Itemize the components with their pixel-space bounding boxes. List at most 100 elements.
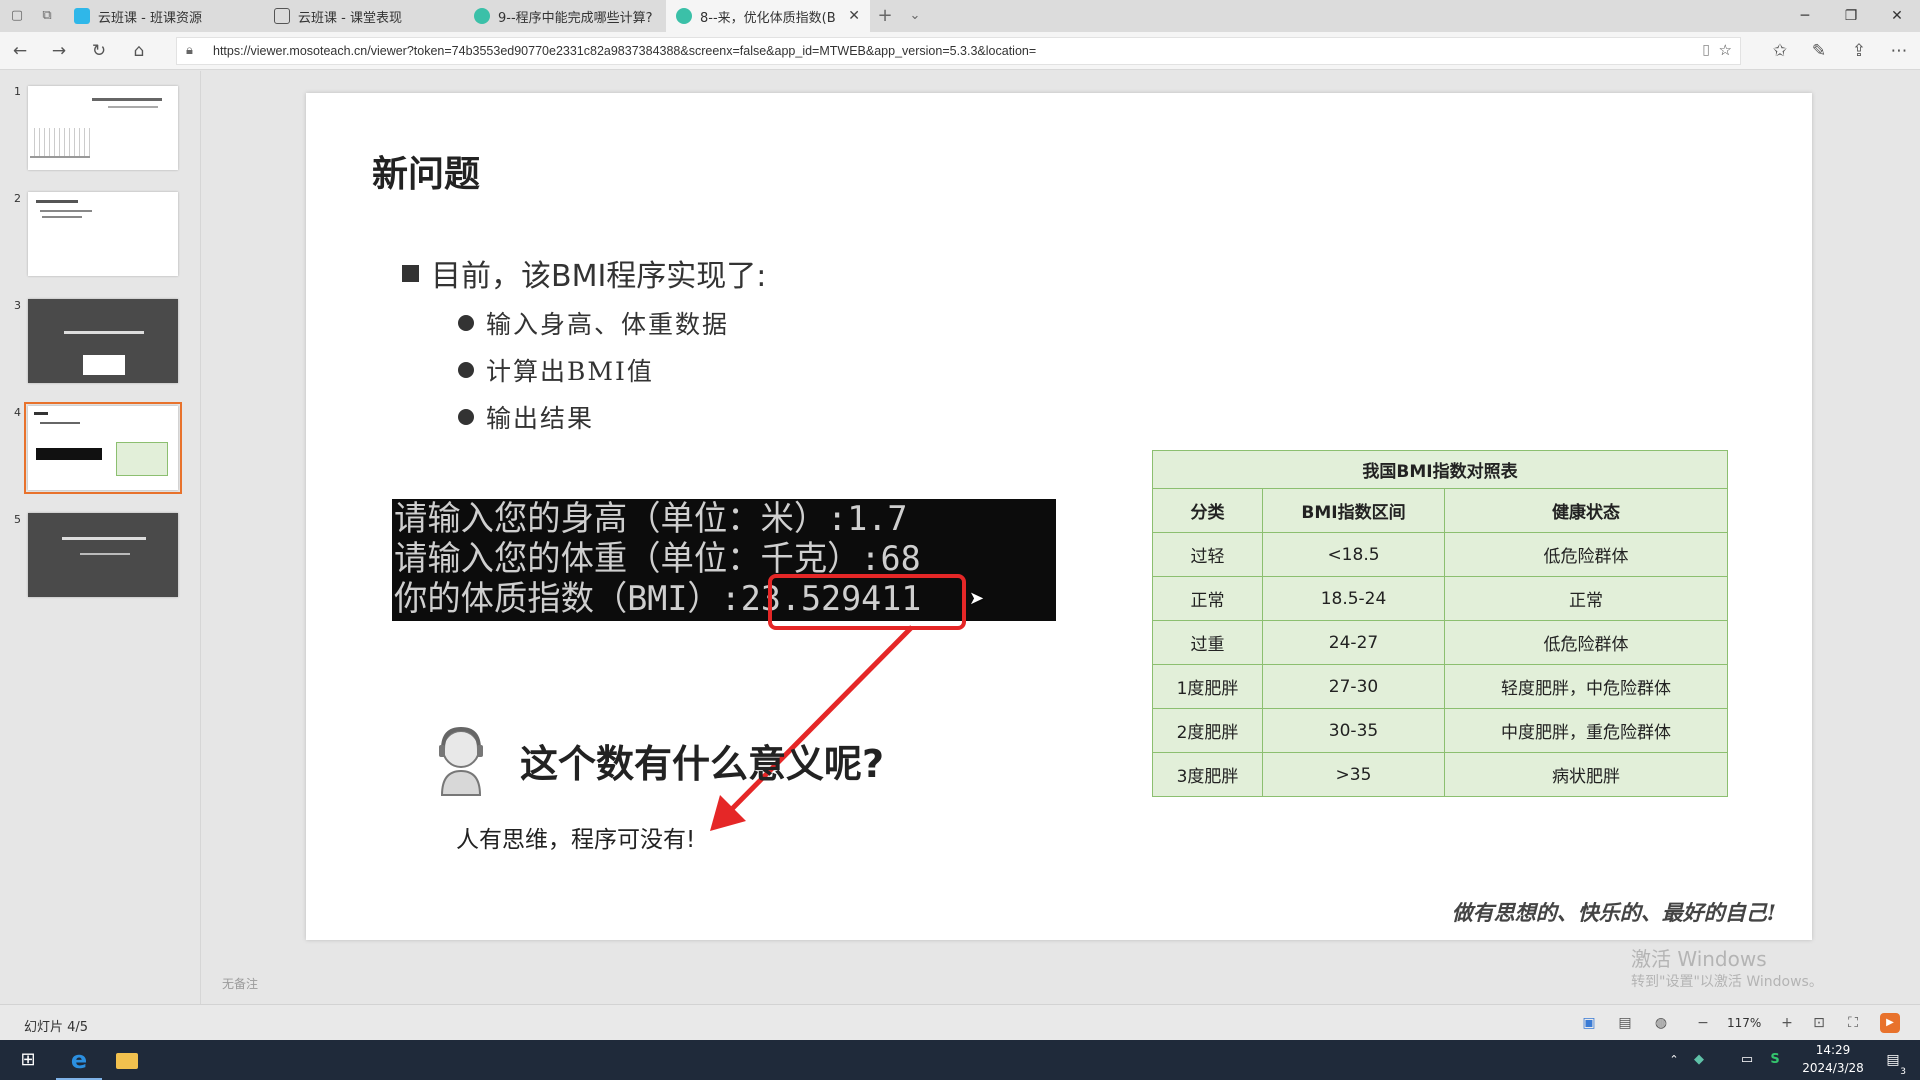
taskbar-date[interactable]: 2024/3/28 [1798, 1061, 1868, 1075]
windows-taskbar: ⊞ e ⌃ ◆ ▭ S 14:29 2024/3/28 ▤ 3 [0, 1040, 1920, 1080]
highlight-box [768, 574, 966, 630]
activation-watermark-hint: 转到"设置"以激活 Windows。 [1631, 974, 1823, 990]
table-cell: 低危险群体 [1444, 620, 1728, 665]
tray-s-icon[interactable]: S [1764, 1040, 1786, 1080]
tab-program-calculations[interactable]: 9--程序中能完成哪些计算? [464, 0, 666, 32]
slide-title: 新问题 [372, 154, 481, 195]
tab-class-performance[interactable]: 云班课 - 课堂表现 [264, 0, 464, 32]
column-header: 健康状态 [1444, 488, 1728, 533]
cloud-favicon-icon [676, 8, 692, 24]
notification-center-icon[interactable]: ▤ 3 [1878, 1040, 1908, 1080]
back-icon[interactable]: ← [9, 40, 31, 62]
table-row: 正常 18.5-24 正常 [1152, 576, 1728, 621]
round-bullet-icon [458, 315, 474, 331]
globe-icon[interactable]: ◍ [1650, 1012, 1672, 1034]
more-icon[interactable]: ⋯ [1888, 40, 1910, 62]
zoom-out-icon[interactable]: − [1692, 1012, 1714, 1034]
table-row: 2度肥胖 30-35 中度肥胖，重危险群体 [1152, 708, 1728, 753]
slide-thumbnail-5[interactable] [28, 513, 178, 597]
column-header: BMI指数区间 [1262, 488, 1445, 533]
taskbar-time[interactable]: 14:29 [1813, 1043, 1853, 1057]
table-cell: 过重 [1152, 620, 1263, 665]
favorites-list-icon[interactable]: ✩ [1769, 40, 1791, 62]
table-cell: 病状肥胖 [1444, 752, 1728, 797]
lock-icon: 🔒︎ [186, 43, 193, 58]
zoom-in-icon[interactable]: + [1776, 1012, 1798, 1034]
activation-watermark: 激活 Windows [1631, 947, 1767, 971]
thinking-person-icon [439, 726, 483, 796]
table-caption: 我国BMI指数对照表 [1152, 450, 1728, 489]
table-cell: 2度肥胖 [1152, 708, 1263, 753]
slide-counter: 幻灯片 4/5 [24, 1020, 89, 1035]
table-row: 过重 24-27 低危险群体 [1152, 620, 1728, 665]
fit-slide-icon[interactable]: ⊡ [1808, 1012, 1830, 1034]
pen-icon[interactable]: ✎ [1808, 40, 1830, 62]
table-row: 过轻 <18.5 低危险群体 [1152, 532, 1728, 577]
restore-icon[interactable]: ❐ [1828, 0, 1874, 32]
tray-chevron-icon[interactable]: ⌃ [1664, 1040, 1684, 1080]
square-bullet-icon [402, 264, 419, 282]
page-favicon-icon [274, 8, 290, 24]
tab-actions-icon[interactable]: ▢ [8, 7, 26, 25]
refresh-icon[interactable]: ↻ [88, 40, 110, 62]
table-cell: <18.5 [1262, 532, 1445, 577]
table-cell: 24-27 [1262, 620, 1445, 665]
set-aside-tabs-icon[interactable]: ⧉ [38, 7, 56, 25]
cloud-favicon-icon [474, 8, 490, 24]
answer-text: 人有思维，程序可没有! [456, 827, 696, 853]
tray-app-icon[interactable]: ◆ [1688, 1040, 1710, 1080]
round-bullet-icon [458, 409, 474, 425]
slide-canvas: 新问题 目前，该BMI程序实现了: 输入身高、体重数据 计算出BMI值 输出结果… [306, 93, 1812, 940]
favorite-star-icon[interactable]: ☆ [1719, 41, 1732, 59]
sub-bullet: 输入身高、体重数据 [458, 305, 729, 341]
reading-view-icon[interactable]: ▯ [1702, 42, 1710, 58]
reading-view-icon[interactable]: ▤ [1614, 1012, 1636, 1034]
tab-optimize-bmi[interactable]: 8--来，优化体质指数(BI ✕ [666, 0, 870, 32]
file-explorer-icon[interactable] [104, 1040, 150, 1080]
round-bullet-icon [458, 362, 474, 378]
viewer-status-bar: 幻灯片 4/5 ▣ ▤ ◍ − 117% + ⊡ ⛶ ▶ [0, 1004, 1920, 1040]
forward-icon[interactable]: → [48, 40, 70, 62]
question-text: 这个数有什么意义呢? [520, 742, 885, 786]
table-cell: 3度肥胖 [1152, 752, 1263, 797]
edge-browser-icon[interactable]: e [56, 1040, 102, 1080]
new-tab-icon[interactable]: + [876, 7, 894, 25]
notes-toggle-icon[interactable]: ▣ [1578, 1012, 1600, 1034]
url-text[interactable]: https://viewer.mosoteach.cn/viewer?token… [213, 44, 1036, 58]
slideshow-play-icon[interactable]: ▶ [1880, 1013, 1900, 1033]
console-line: 请输入您的身高（单位：米）:1.7 [394, 499, 908, 539]
minimize-icon[interactable]: ─ [1782, 0, 1828, 32]
home-icon[interactable]: ⌂ [128, 40, 150, 62]
windows-start-icon[interactable]: ⊞ [8, 1040, 48, 1080]
table-cell: 低危险群体 [1444, 532, 1728, 577]
tab-list-chevron-icon[interactable]: ⌄ [906, 7, 924, 25]
share-icon[interactable]: ⇪ [1848, 40, 1870, 62]
sub-bullet: 输出结果 [458, 399, 594, 435]
zoom-level: 117% [1727, 1016, 1762, 1030]
slide-thumbnail-3[interactable] [28, 299, 178, 383]
notes-placeholder[interactable]: 无备注 [222, 975, 258, 992]
table-cell: 过轻 [1152, 532, 1263, 577]
column-header: 分类 [1152, 488, 1263, 533]
address-bar[interactable]: 🔒︎ https://viewer.mosoteach.cn/viewer?to… [176, 37, 1741, 65]
close-window-icon[interactable]: ✕ [1874, 0, 1920, 32]
bmi-reference-table: 我国BMI指数对照表 分类 BMI指数区间 健康状态 过轻 <18.5 低危险群… [1152, 450, 1728, 797]
slide-thumbnail-panel: 1 2 3 4 5 [0, 71, 200, 1004]
table-cell: 中度肥胖，重危险群体 [1444, 708, 1728, 753]
tab-class-resources[interactable]: 云班课 - 班课资源 [64, 0, 264, 32]
sub-bullet: 计算出BMI值 [458, 352, 654, 388]
slide-thumbnail-1[interactable] [28, 86, 178, 170]
table-row: 1度肥胖 27-30 轻度肥胖，中危险群体 [1152, 664, 1728, 709]
close-tab-icon[interactable]: ✕ [848, 8, 860, 24]
mouse-cursor-icon: ➤ [969, 588, 985, 609]
main-bullet: 目前，该BMI程序实现了: [402, 251, 766, 295]
slide-thumbnail-2[interactable] [28, 192, 178, 276]
slide-thumbnail-4[interactable] [24, 402, 182, 494]
table-cell: 轻度肥胖，中危险群体 [1444, 664, 1728, 709]
console-line: 请输入您的体重（单位：千克）:68 [394, 539, 921, 579]
network-icon[interactable]: ▭ [1736, 1040, 1758, 1080]
table-cell: 30-35 [1262, 708, 1445, 753]
table-row: 3度肥胖 >35 病状肥胖 [1152, 752, 1728, 797]
table-cell: 18.5-24 [1262, 576, 1445, 621]
fullscreen-icon[interactable]: ⛶ [1842, 1012, 1864, 1034]
